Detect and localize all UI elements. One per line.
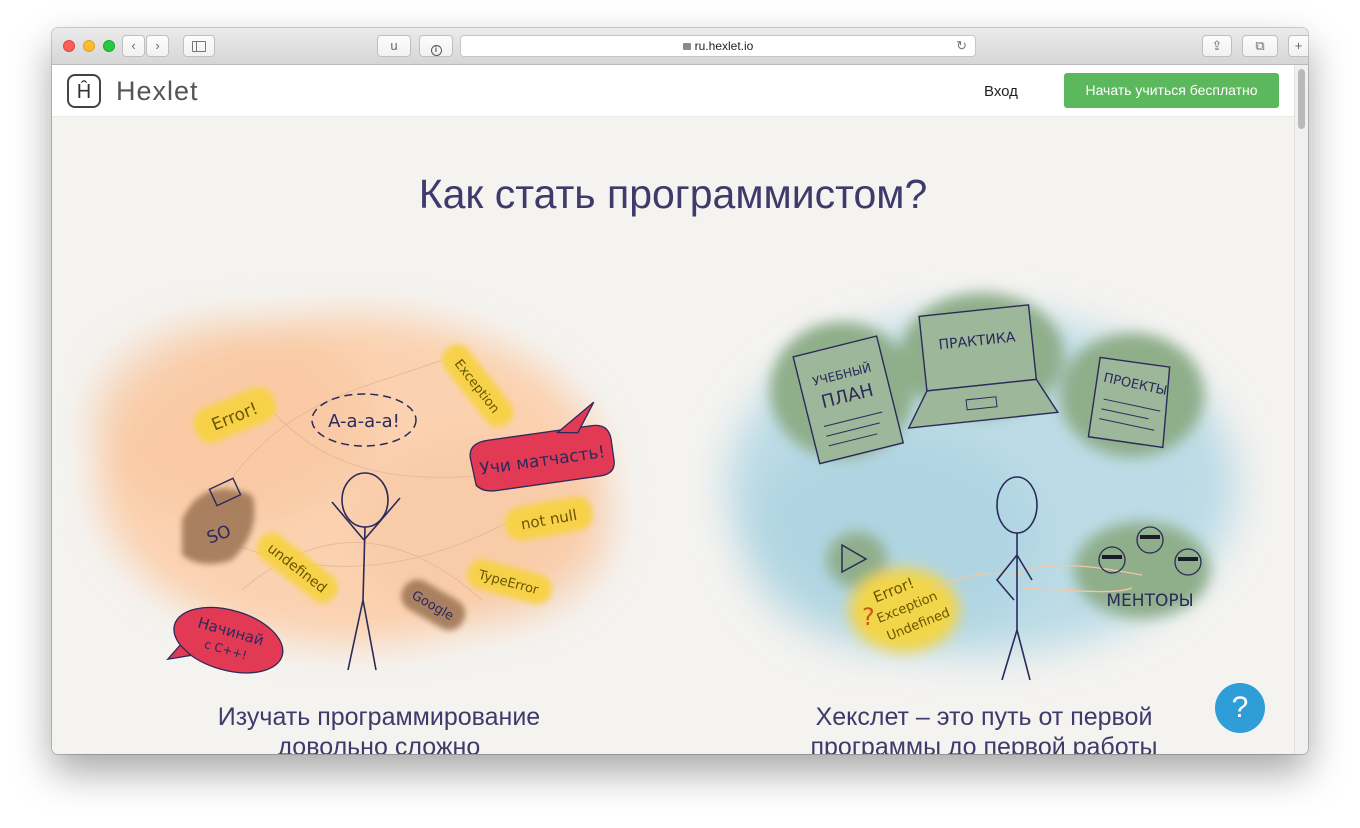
maximize-window-button[interactable]	[103, 40, 115, 52]
page-content: Ĥ Hexlet Вход Начать учиться бесплатно К…	[52, 65, 1308, 754]
new-tab-button[interactable]: +	[1288, 35, 1308, 57]
brand-name[interactable]: Hexlet	[116, 76, 199, 107]
learning-hard-illustration: Error! A-a-a-a! Exception Учи матчасть!	[92, 315, 615, 674]
help-button[interactable]: ?	[1215, 683, 1265, 733]
mentors-text: МЕНТОРЫ	[1106, 591, 1193, 611]
page-title: Как стать программистом?	[418, 171, 928, 217]
chevron-left-icon: ‹	[131, 38, 136, 53]
tab-u-button[interactable]: u	[377, 35, 411, 57]
start-free-button[interactable]: Начать учиться бесплатно	[1064, 73, 1279, 108]
left-caption-line1: Изучать программирование	[217, 703, 541, 731]
plus-icon: +	[1294, 38, 1303, 53]
site-navbar: Ĥ Hexlet Вход Начать учиться бесплатно	[52, 65, 1294, 117]
info-icon: i	[430, 45, 442, 56]
reload-icon[interactable]: ↻	[956, 36, 967, 56]
back-button[interactable]: ‹	[122, 35, 145, 57]
share-button[interactable]: ⇪	[1202, 35, 1232, 57]
reader-info-button[interactable]: i	[419, 35, 453, 57]
page-scrollbar[interactable]	[1294, 65, 1308, 754]
address-bar[interactable]: ru.hexlet.io ↻	[460, 35, 976, 57]
left-caption-line2: довольно сложно	[277, 733, 481, 754]
close-window-button[interactable]	[63, 40, 75, 52]
question-mark-icon: ?	[862, 603, 875, 631]
lock-icon	[682, 43, 691, 50]
sidebar-icon	[192, 41, 206, 52]
logo-letter: Ĥ	[76, 81, 92, 103]
chevron-right-icon: ›	[155, 38, 160, 53]
hexlet-path-illustration: УЧЕБНЫЙ ПЛАН ПРАКТИКА ПРОЕКТЫ МЕНТОРЫ Er…	[727, 293, 1237, 681]
right-caption-line2: программы до первой работы	[810, 733, 1158, 754]
browser-toolbar: ‹ › u i ru.hexlet.io ↻ ⇪ ⧉ +	[52, 28, 1308, 65]
hexlet-logo-icon[interactable]: Ĥ	[67, 74, 101, 108]
share-icon: ⇪	[1211, 38, 1223, 53]
question-icon: ?	[1231, 691, 1249, 724]
tabs-overview-button[interactable]: ⧉	[1242, 35, 1278, 57]
tabs-icon: ⧉	[1255, 38, 1265, 53]
scream-text: A-a-a-a!	[328, 411, 400, 432]
right-caption: Хекслет – это путь от первой программы д…	[704, 702, 1264, 754]
sidebar-button[interactable]	[183, 35, 215, 57]
minimize-window-button[interactable]	[83, 40, 95, 52]
tab-u-label: u	[390, 38, 398, 53]
url-text: ru.hexlet.io	[694, 39, 754, 53]
login-link[interactable]: Вход	[984, 83, 1018, 100]
forward-button[interactable]: ›	[146, 35, 169, 57]
left-caption: Изучать программирование довольно сложно	[99, 702, 659, 754]
right-caption-line1: Хекслет – это путь от первой	[815, 703, 1153, 731]
scrollbar-thumb[interactable]	[1298, 69, 1305, 129]
browser-window: ‹ › u i ru.hexlet.io ↻ ⇪ ⧉ + Ĥ Hexlet Вх…	[52, 28, 1308, 754]
